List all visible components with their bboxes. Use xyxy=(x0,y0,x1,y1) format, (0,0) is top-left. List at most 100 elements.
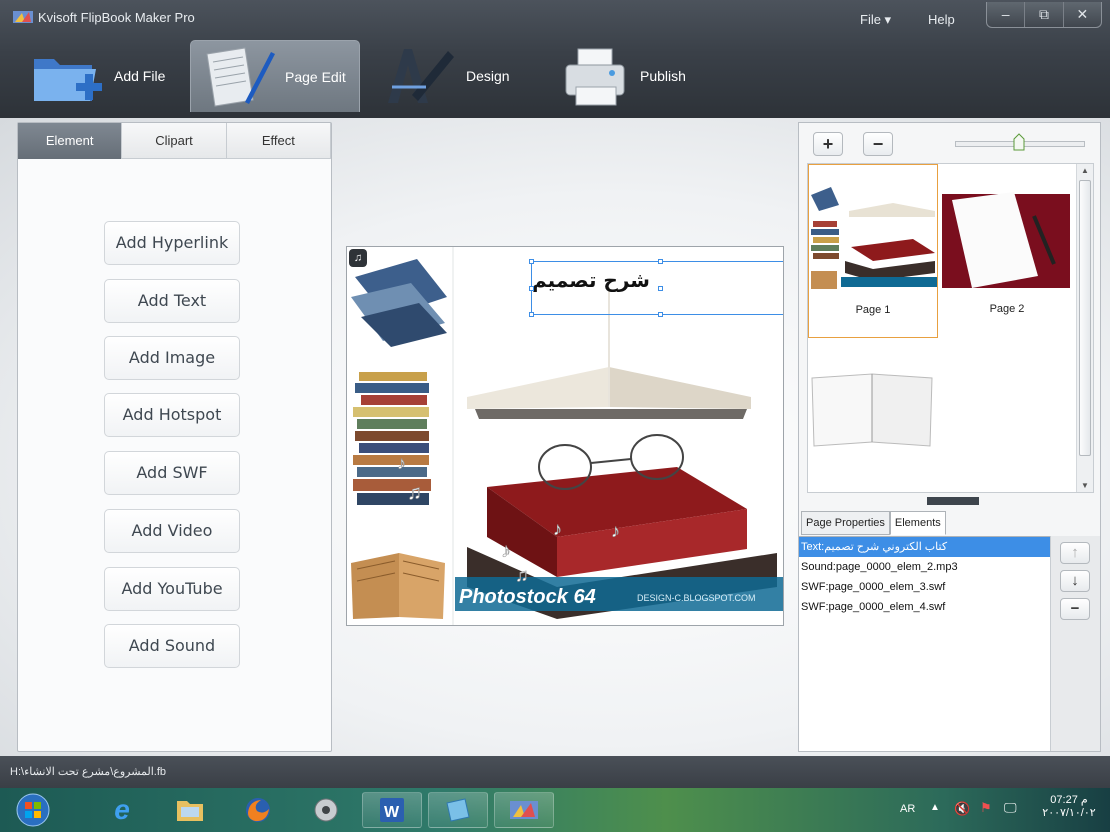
list-item[interactable]: Sound:page_0000_elem_2.mp3 xyxy=(799,557,1050,577)
svg-text:W: W xyxy=(384,804,400,821)
design-icon xyxy=(388,49,454,103)
tab-page-properties[interactable]: Page Properties xyxy=(801,511,890,535)
list-item[interactable]: SWF:page_0000_elem_4.swf xyxy=(799,597,1050,617)
text-element-selection[interactable]: شرح تصميم xyxy=(529,259,783,317)
elements-list: Text:كتاب الكتروني شرح تصميم Sound:page_… xyxy=(799,536,1050,751)
resize-handle[interactable] xyxy=(529,286,534,291)
minimize-button[interactable]: – xyxy=(987,2,1024,27)
page-edit-label: Page Edit xyxy=(285,68,346,85)
zoom-out-button[interactable]: − xyxy=(863,132,893,156)
open-book-small-image xyxy=(351,553,445,619)
page-thumbnail-2[interactable]: Page 2 xyxy=(942,164,1072,338)
add-video-button[interactable]: Add Video xyxy=(104,509,240,553)
add-hyperlink-button[interactable]: Add Hyperlink xyxy=(104,221,240,265)
internet-explorer-icon: e xyxy=(114,794,130,825)
workspace: Element Clipart Effect Add Hyperlink Add… xyxy=(0,118,1110,756)
volume-muted-icon[interactable]: 🔇 xyxy=(954,801,970,817)
add-text-button[interactable]: Add Text xyxy=(104,279,240,323)
page-edit-tab[interactable]: Page Edit xyxy=(190,40,360,112)
clock[interactable]: 07:27 م ٢٠٠٧/١٠/٠٢ xyxy=(1036,793,1102,819)
taskbar-app[interactable] xyxy=(296,792,356,828)
sound-element-icon[interactable]: ♫ xyxy=(349,249,367,267)
properties-tabs: Page Properties Elements xyxy=(801,511,946,535)
language-indicator[interactable]: AR xyxy=(900,803,915,815)
resize-handle[interactable] xyxy=(658,259,663,264)
move-down-button[interactable]: ↓ xyxy=(1060,570,1090,592)
page-2-label: Page 2 xyxy=(989,303,1025,315)
taskbar-firefox[interactable] xyxy=(228,792,288,828)
taskbar-app-2[interactable] xyxy=(428,792,488,828)
page-edit-icon xyxy=(206,46,275,107)
move-up-button[interactable]: ↑ xyxy=(1060,542,1090,564)
page-thumbnail-1[interactable]: Page 1 xyxy=(808,164,938,338)
list-item[interactable]: SWF:page_0000_elem_3.swf xyxy=(799,577,1050,597)
text-element-content[interactable]: شرح تصميم xyxy=(532,268,650,292)
watermark-url: DESIGN-C.BLOGSPOT.COM xyxy=(637,593,756,603)
scrollbar-thumb[interactable] xyxy=(1079,180,1091,456)
design-label: Design xyxy=(466,68,510,84)
tab-element[interactable]: Element xyxy=(18,123,123,159)
pages-panel: + − Page 1 Page 2 ▲ ▼ Page Properties El… xyxy=(798,122,1101,752)
thumbnails-scrollbar[interactable]: ▲ ▼ xyxy=(1076,164,1093,492)
music-note-icon: ♫ xyxy=(407,482,422,504)
add-swf-button[interactable]: Add SWF xyxy=(104,451,240,495)
publish-label: Publish xyxy=(640,68,686,84)
list-item[interactable]: Text:كتاب الكتروني شرح تصميم xyxy=(799,537,1050,557)
music-note-icon: ♪ xyxy=(611,521,620,541)
maximize-button[interactable]: ⧉ xyxy=(1024,2,1062,27)
add-image-button[interactable]: Add Image xyxy=(104,336,240,380)
clock-time: 07:27 م xyxy=(1050,794,1088,806)
publish-button[interactable]: Publish xyxy=(562,40,712,112)
zoom-in-button[interactable]: + xyxy=(813,132,843,156)
resize-handle[interactable] xyxy=(529,312,534,317)
app-title: Kvisoft FlipBook Maker Pro xyxy=(38,10,195,25)
main-toolbar: Add File Page Edit Design Publish xyxy=(0,38,700,114)
resize-handle[interactable] xyxy=(529,259,534,264)
taskbar-word[interactable]: W xyxy=(362,792,422,828)
resize-handle[interactable] xyxy=(658,286,663,291)
action-center-icon[interactable]: ⚑ xyxy=(980,800,992,816)
add-file-label: Add File xyxy=(114,68,166,84)
zoom-slider-thumb[interactable] xyxy=(1013,133,1025,151)
element-order-controls: ↑ ↓ − xyxy=(1050,536,1100,751)
music-note-icon: ♪ xyxy=(553,519,562,539)
add-file-button[interactable]: Add File xyxy=(30,40,180,112)
add-youtube-button[interactable]: Add YouTube xyxy=(104,567,240,611)
remove-element-button[interactable]: − xyxy=(1060,598,1090,620)
add-hotspot-button[interactable]: Add Hotspot xyxy=(104,393,240,437)
printer-icon xyxy=(565,48,625,106)
window-controls: – ⧉ ✕ xyxy=(986,2,1102,28)
media-center-icon xyxy=(314,798,338,822)
help-menu[interactable]: Help xyxy=(928,12,955,27)
tab-elements[interactable]: Elements xyxy=(889,511,946,535)
watermark-title: Photostock 64 xyxy=(459,586,596,608)
page-thumbnail-3[interactable] xyxy=(808,350,938,460)
project-path: H:\المشروع\مشرع تحت الانشاء.fb xyxy=(10,766,167,778)
blank-page-preview xyxy=(811,373,933,447)
close-button[interactable]: ✕ xyxy=(1062,2,1101,27)
page-canvas[interactable]: Photostock 64 DESIGN-C.BLOGSPOT.COM ♪ ♫ … xyxy=(346,246,784,626)
taskbar-flipbook[interactable] xyxy=(494,792,554,828)
scroll-down-icon[interactable]: ▼ xyxy=(1081,481,1089,490)
page-1-preview xyxy=(809,165,937,295)
clock-date: ٢٠٠٧/١٠/٠٢ xyxy=(1042,807,1096,819)
taskbar-explorer[interactable] xyxy=(160,792,220,828)
scroll-up-icon[interactable]: ▲ xyxy=(1081,166,1089,175)
music-note-icon: ♪ xyxy=(397,453,406,473)
tab-effect[interactable]: Effect xyxy=(226,123,331,159)
start-button[interactable] xyxy=(6,792,60,828)
tab-clipart[interactable]: Clipart xyxy=(122,123,227,159)
title-bar: Kvisoft FlipBook Maker Pro File ▾ Help –… xyxy=(0,0,1110,36)
panel-splitter[interactable] xyxy=(927,497,979,505)
folder-icon xyxy=(177,801,203,821)
resize-handle[interactable] xyxy=(658,312,663,317)
show-hidden-icons-icon[interactable]: ▲ xyxy=(930,802,940,813)
add-sound-button[interactable]: Add Sound xyxy=(104,624,240,668)
add-file-icon xyxy=(34,59,102,101)
flipbook-app-icon xyxy=(510,801,538,819)
design-button[interactable]: Design xyxy=(382,40,532,112)
taskbar-ie[interactable]: e xyxy=(92,792,152,828)
file-menu[interactable]: File ▾ xyxy=(860,12,891,28)
page-2-preview xyxy=(942,164,1070,294)
network-icon[interactable]: 🖵 xyxy=(1004,800,1017,816)
